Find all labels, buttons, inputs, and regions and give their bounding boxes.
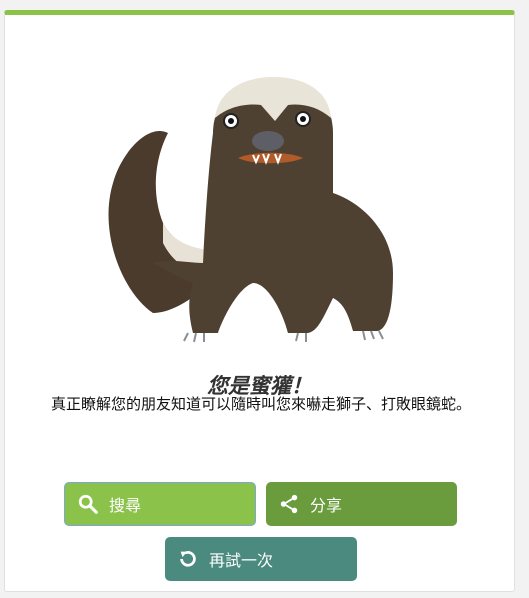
share-button[interactable]: 分享 xyxy=(266,482,457,526)
honey-badger-illustration xyxy=(108,77,393,343)
retry-button-label: 再試一次 xyxy=(209,551,274,570)
retry-icon xyxy=(180,551,196,567)
result-card: 您是蜜獾！ 真正瞭解您的朋友知道可以隨時叫您來嚇走獅子、打敗眼鏡蛇。 搜尋 分享… xyxy=(4,10,515,592)
search-button-label: 搜尋 xyxy=(109,496,142,515)
share-icon xyxy=(280,494,298,514)
search-icon xyxy=(78,494,98,514)
result-description: 真正瞭解您的朋友知道可以隨時叫您來嚇走獅子、打敗眼鏡蛇。 xyxy=(50,395,471,413)
retry-button[interactable]: 再試一次 xyxy=(165,537,357,581)
search-button[interactable]: 搜尋 xyxy=(64,482,256,526)
share-button-label: 分享 xyxy=(310,496,343,515)
